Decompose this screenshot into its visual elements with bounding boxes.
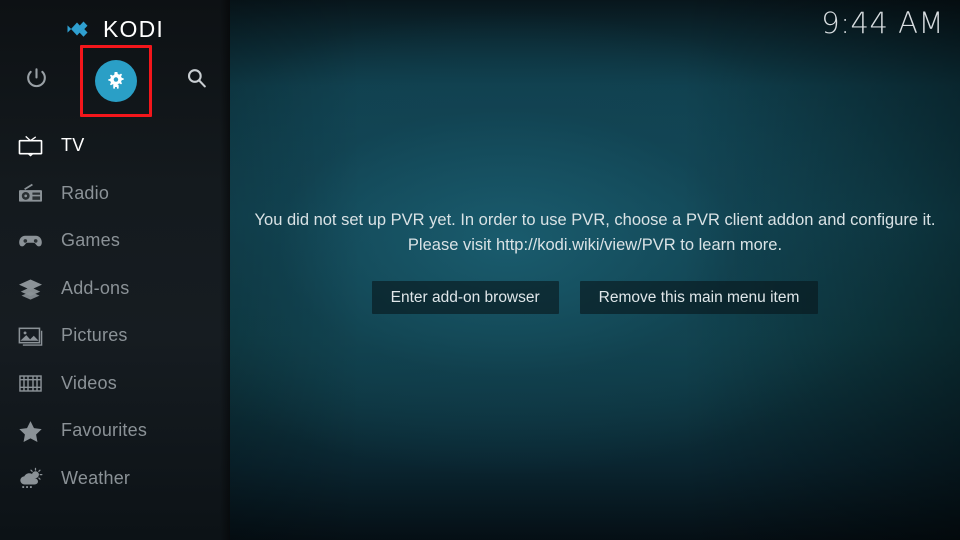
addons-box-icon	[9, 273, 51, 303]
radio-icon	[9, 178, 51, 208]
app-logo: KODI	[0, 12, 230, 46]
sidebar-item-pictures[interactable]: Pictures	[0, 312, 230, 360]
sidebar-item-label: Pictures	[61, 325, 128, 346]
app-logo-text: KODI	[102, 15, 165, 42]
power-button[interactable]	[0, 45, 72, 117]
sidebar-item-label: Radio	[61, 182, 110, 203]
pvr-message-line-2: Please visit http://kodi.wiki/view/PVR t…	[407, 236, 783, 254]
sidebar-item-label: Weather	[61, 467, 131, 488]
sidebar-item-label: Games	[61, 230, 121, 251]
power-icon	[24, 66, 49, 96]
search-icon	[184, 66, 209, 96]
star-icon	[9, 416, 51, 446]
main-content: You did not set up PVR yet. In order to …	[230, 0, 960, 540]
sidebar-top-icons	[0, 45, 230, 117]
sidebar-item-videos[interactable]: Videos	[0, 360, 230, 408]
sidebar-item-weather[interactable]: Weather	[0, 455, 230, 503]
pvr-action-buttons: Enter add-on browser Remove this main me…	[235, 281, 955, 314]
enter-addon-browser-button[interactable]: Enter add-on browser	[371, 281, 559, 314]
sidebar-item-label: Add-ons	[61, 277, 130, 298]
sidebar-item-label: Videos	[61, 372, 117, 393]
pvr-message-line-1: You did not set up PVR yet. In order to …	[254, 211, 936, 229]
sidebar-item-add-ons[interactable]: Add-ons	[0, 265, 230, 313]
search-button[interactable]	[160, 45, 232, 117]
sidebar: KODI TV Radio Games Add-ons Pictures Vid…	[0, 0, 230, 540]
gamepad-icon	[9, 226, 51, 256]
sidebar-menu: TV Radio Games Add-ons Pictures Videos F…	[0, 122, 230, 502]
settings-button[interactable]	[80, 45, 152, 117]
pvr-setup-message: You did not set up PVR yet. In order to …	[235, 208, 955, 258]
kodi-home-screen: 9:44 AM KODI TV Radio Games Add-ons Pict…	[0, 0, 960, 540]
sidebar-item-tv[interactable]: TV	[0, 122, 230, 170]
kodi-logo-icon	[66, 17, 94, 41]
tv-icon	[9, 131, 51, 161]
sidebar-item-favourites[interactable]: Favourites	[0, 407, 230, 455]
sidebar-item-label: TV	[61, 135, 85, 156]
sidebar-item-games[interactable]: Games	[0, 217, 230, 265]
gear-icon	[95, 60, 137, 102]
filmstrip-icon	[9, 368, 51, 398]
picture-icon	[9, 321, 51, 351]
remove-main-menu-item-button[interactable]: Remove this main menu item	[579, 281, 819, 314]
clock: 9:44 AM	[821, 6, 944, 40]
sidebar-item-radio[interactable]: Radio	[0, 170, 230, 218]
weather-icon	[9, 463, 51, 493]
sidebar-item-label: Favourites	[61, 420, 148, 441]
